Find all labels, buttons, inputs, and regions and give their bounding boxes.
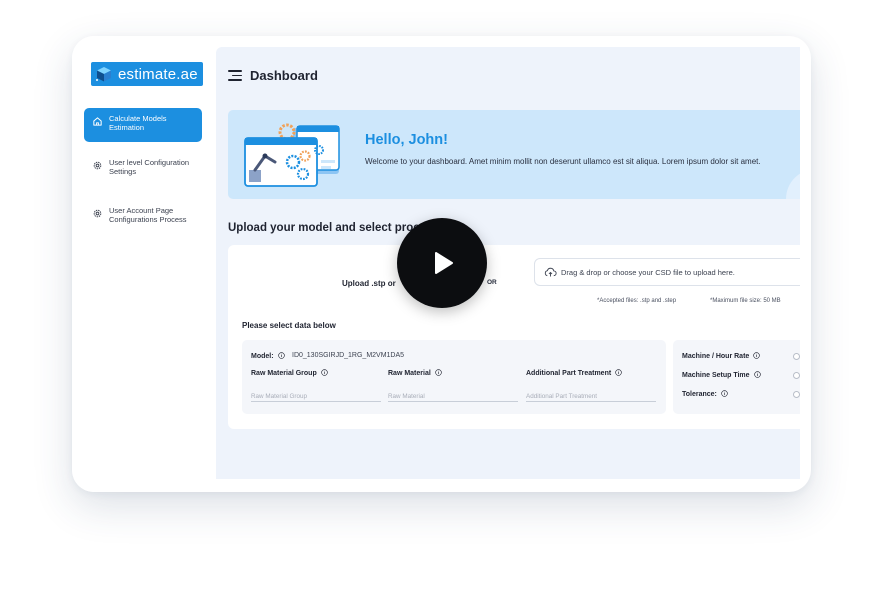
additional-part-treatment-input[interactable]: [526, 388, 656, 402]
info-icon[interactable]: [721, 390, 728, 397]
machine-setup-time-label: Machine Setup Time: [682, 371, 761, 379]
raw-material-label-text: Raw Material: [388, 370, 431, 377]
welcome-greeting: Hello, John!: [365, 132, 448, 148]
info-icon[interactable]: [435, 369, 442, 376]
machine-hour-rate-label: Machine / Hour Rate: [682, 352, 760, 360]
info-icon[interactable]: [277, 352, 285, 359]
sidebar-item-label: Calculate Models Estimation: [109, 114, 167, 132]
csd-file-drop-zone[interactable]: Drag & drop or choose your CSD file to u…: [534, 258, 800, 286]
gear-icon: [93, 161, 102, 170]
model-label: Model:: [251, 352, 285, 360]
or-separator: OR: [487, 279, 497, 286]
tolerance-radio[interactable]: [793, 391, 800, 398]
welcome-message: Welcome to your dashboard. Amet minim mo…: [365, 157, 761, 166]
logo-text: estimate.ae: [118, 65, 198, 83]
info-icon[interactable]: [753, 371, 761, 378]
sidebar-item-user-account-configuration[interactable]: User Account Page Configurations Process: [84, 200, 202, 234]
info-icon[interactable]: [615, 369, 622, 376]
sidebar-item-calculate-models[interactable]: Calculate Models Estimation: [84, 108, 202, 142]
info-icon[interactable]: [753, 352, 760, 359]
main-content: Dashboard Hello, John! Welcome to your d…: [216, 47, 800, 479]
machine-parameters-panel: Machine / Hour Rate Machine Setup Time T…: [673, 340, 800, 414]
machine-setup-time-label-text: Machine Setup Time: [682, 372, 750, 379]
additional-part-treatment-label: Additional Part Treatment: [526, 369, 622, 377]
tolerance-label-text: Tolerance:: [682, 391, 717, 398]
sidebar-item-user-level-configuration[interactable]: User level Configuration Settings: [84, 152, 202, 186]
upload-file-label[interactable]: Upload .stp or: [342, 279, 396, 288]
upload-card: Upload .stp or OR Drag & drop or choose …: [228, 245, 800, 429]
dashboard-illustration-icon: [244, 123, 340, 187]
drop-zone-text: Drag & drop or choose your CSD file to u…: [561, 267, 735, 277]
raw-material-label: Raw Material: [388, 369, 442, 377]
cube-logo-icon: [96, 67, 111, 82]
select-data-title: Please select data below: [242, 321, 336, 330]
raw-material-input[interactable]: [388, 388, 518, 402]
welcome-banner: Hello, John! Welcome to your dashboard. …: [228, 110, 800, 199]
additional-part-treatment-label-text: Additional Part Treatment: [526, 370, 612, 377]
tolerance-label: Tolerance:: [682, 390, 728, 398]
sidebar: estimate.ae Calculate Models Estimation …: [72, 36, 216, 492]
page-title: Dashboard: [250, 68, 318, 83]
sidebar-item-label: User Account Page Configurations Process: [109, 206, 187, 224]
machine-hour-rate-radio[interactable]: [793, 353, 800, 360]
upload-section-title: Upload your model and select proc: [228, 222, 420, 234]
raw-material-group-label: Raw Material Group: [251, 369, 328, 377]
model-parameters-panel: Model: ID0_130SGIRJD_1RG_M2VM1DA5 Raw Ma…: [242, 340, 666, 414]
accepted-files-note: *Accepted files: .stp and .step: [597, 298, 677, 304]
model-id-value: ID0_130SGIRJD_1RG_M2VM1DA5: [292, 352, 405, 359]
info-icon[interactable]: [320, 369, 328, 376]
machine-hour-rate-label-text: Machine / Hour Rate: [682, 353, 750, 360]
raw-material-group-label-text: Raw Material Group: [251, 370, 317, 377]
screenshot-stage: estimate.ae Calculate Models Estimation …: [0, 0, 883, 598]
gear-icon: [93, 209, 102, 218]
play-icon: [435, 252, 453, 274]
app-logo[interactable]: estimate.ae: [91, 62, 203, 86]
home-icon: [93, 117, 102, 126]
raw-material-group-input[interactable]: [251, 388, 381, 402]
topbar: Dashboard: [228, 68, 318, 83]
sidebar-item-label: User level Configuration Settings: [109, 158, 190, 176]
decorative-circle: [786, 169, 800, 199]
model-label-text: Model:: [251, 353, 274, 360]
video-play-button[interactable]: [397, 218, 487, 308]
max-file-size-note: *Maximum file size: 50 MB: [710, 298, 781, 304]
cloud-upload-icon: [544, 267, 557, 277]
hamburger-menu-icon[interactable]: [228, 70, 242, 81]
machine-setup-time-radio[interactable]: [793, 372, 800, 379]
